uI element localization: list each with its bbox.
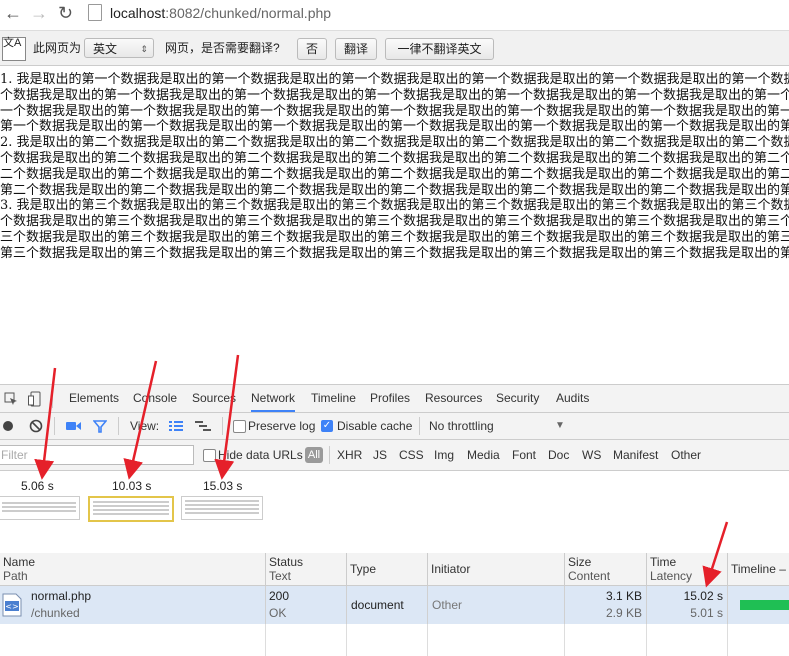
annotation-arrow: [214, 354, 240, 480]
annotation-arrow: [123, 360, 158, 480]
annotation-arrow: [702, 521, 729, 588]
annotation-overlay: [34, 354, 729, 588]
annotation-arrow: [34, 367, 57, 480]
